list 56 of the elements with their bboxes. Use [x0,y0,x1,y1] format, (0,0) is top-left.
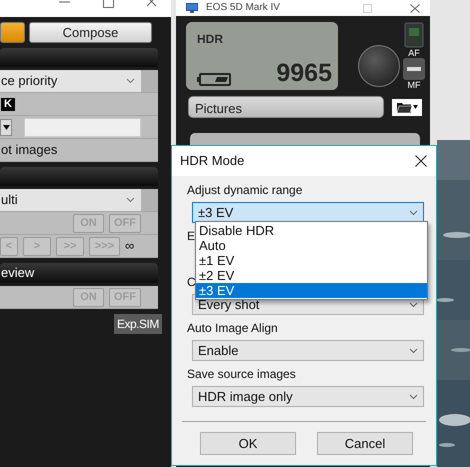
chevron-icon[interactable] [409,302,418,308]
dropdown-value: ce priority [1,72,58,90]
menu-option[interactable]: Auto [196,238,427,253]
chevron-icon[interactable] [126,197,135,203]
maximize-icon[interactable] [103,0,114,8]
menu-option[interactable]: Disable HDR [196,223,427,238]
folder-field[interactable]: Pictures [188,96,384,118]
field-label: C [187,274,196,291]
menu-option[interactable]: ±1 EV [196,253,427,268]
field-label: E [187,228,196,245]
caret-icon [412,105,418,109]
ok-button[interactable]: OK [200,432,296,455]
monitor-icon [186,3,198,13]
field-label: Auto Image Align [187,320,278,337]
dropdown-value: ulti [1,191,18,210]
menu-option[interactable]: ±3 EV [196,283,427,298]
dropdown-value: HDR image only [198,388,293,406]
field-label: Adjust dynamic range [187,182,302,199]
chevron-icon[interactable] [409,394,418,400]
folder-button[interactable] [392,98,422,116]
dropdown[interactable]: Enable [192,340,424,361]
dialog-title: HDR Mode [180,152,244,170]
chevron-icon[interactable] [126,78,135,84]
dropdown[interactable]: ulti [0,189,141,211]
caret-icon [2,124,10,130]
cancel-button[interactable]: Cancel [317,432,413,455]
infinity-label: ∞ [125,237,134,256]
chevron-icon[interactable] [409,210,418,216]
dropdown[interactable]: ±3 EV [192,202,424,223]
minimize-icon[interactable] [59,0,70,4]
dropdown-button[interactable] [0,118,12,136]
close-icon[interactable] [415,155,427,167]
dropdown-value: Enable [198,342,238,360]
mode-button[interactable] [0,22,25,43]
dropdown-value: ±3 EV [198,204,234,222]
label-tag: K [1,98,15,110]
folder-icon [396,101,412,113]
dropdown[interactable]: ce priority [0,70,141,92]
window-title: EOS 5D Mark IV [206,3,280,13]
mode-badge: Exp.SIM [114,314,162,334]
option-label: ot images [0,141,58,160]
switch-icon[interactable] [403,58,425,80]
dial-knob[interactable] [358,45,400,87]
section-header: eview [0,263,158,283]
dropdown-value: Every shot [198,296,260,314]
dropdown[interactable]: HDR image only [192,386,424,407]
chevron-icon[interactable] [409,348,418,354]
compose-button[interactable]: Compose [29,22,152,43]
mf-label: MF [408,80,420,90]
shots-remaining: 9965 [276,60,332,86]
mode-label: HDR [197,31,224,48]
battery-icon [197,73,231,86]
input-field[interactable] [24,118,141,136]
field-label: Save source images [187,366,296,383]
menu-option[interactable]: ±2 EV [196,268,427,283]
af-label: AF [408,48,420,58]
